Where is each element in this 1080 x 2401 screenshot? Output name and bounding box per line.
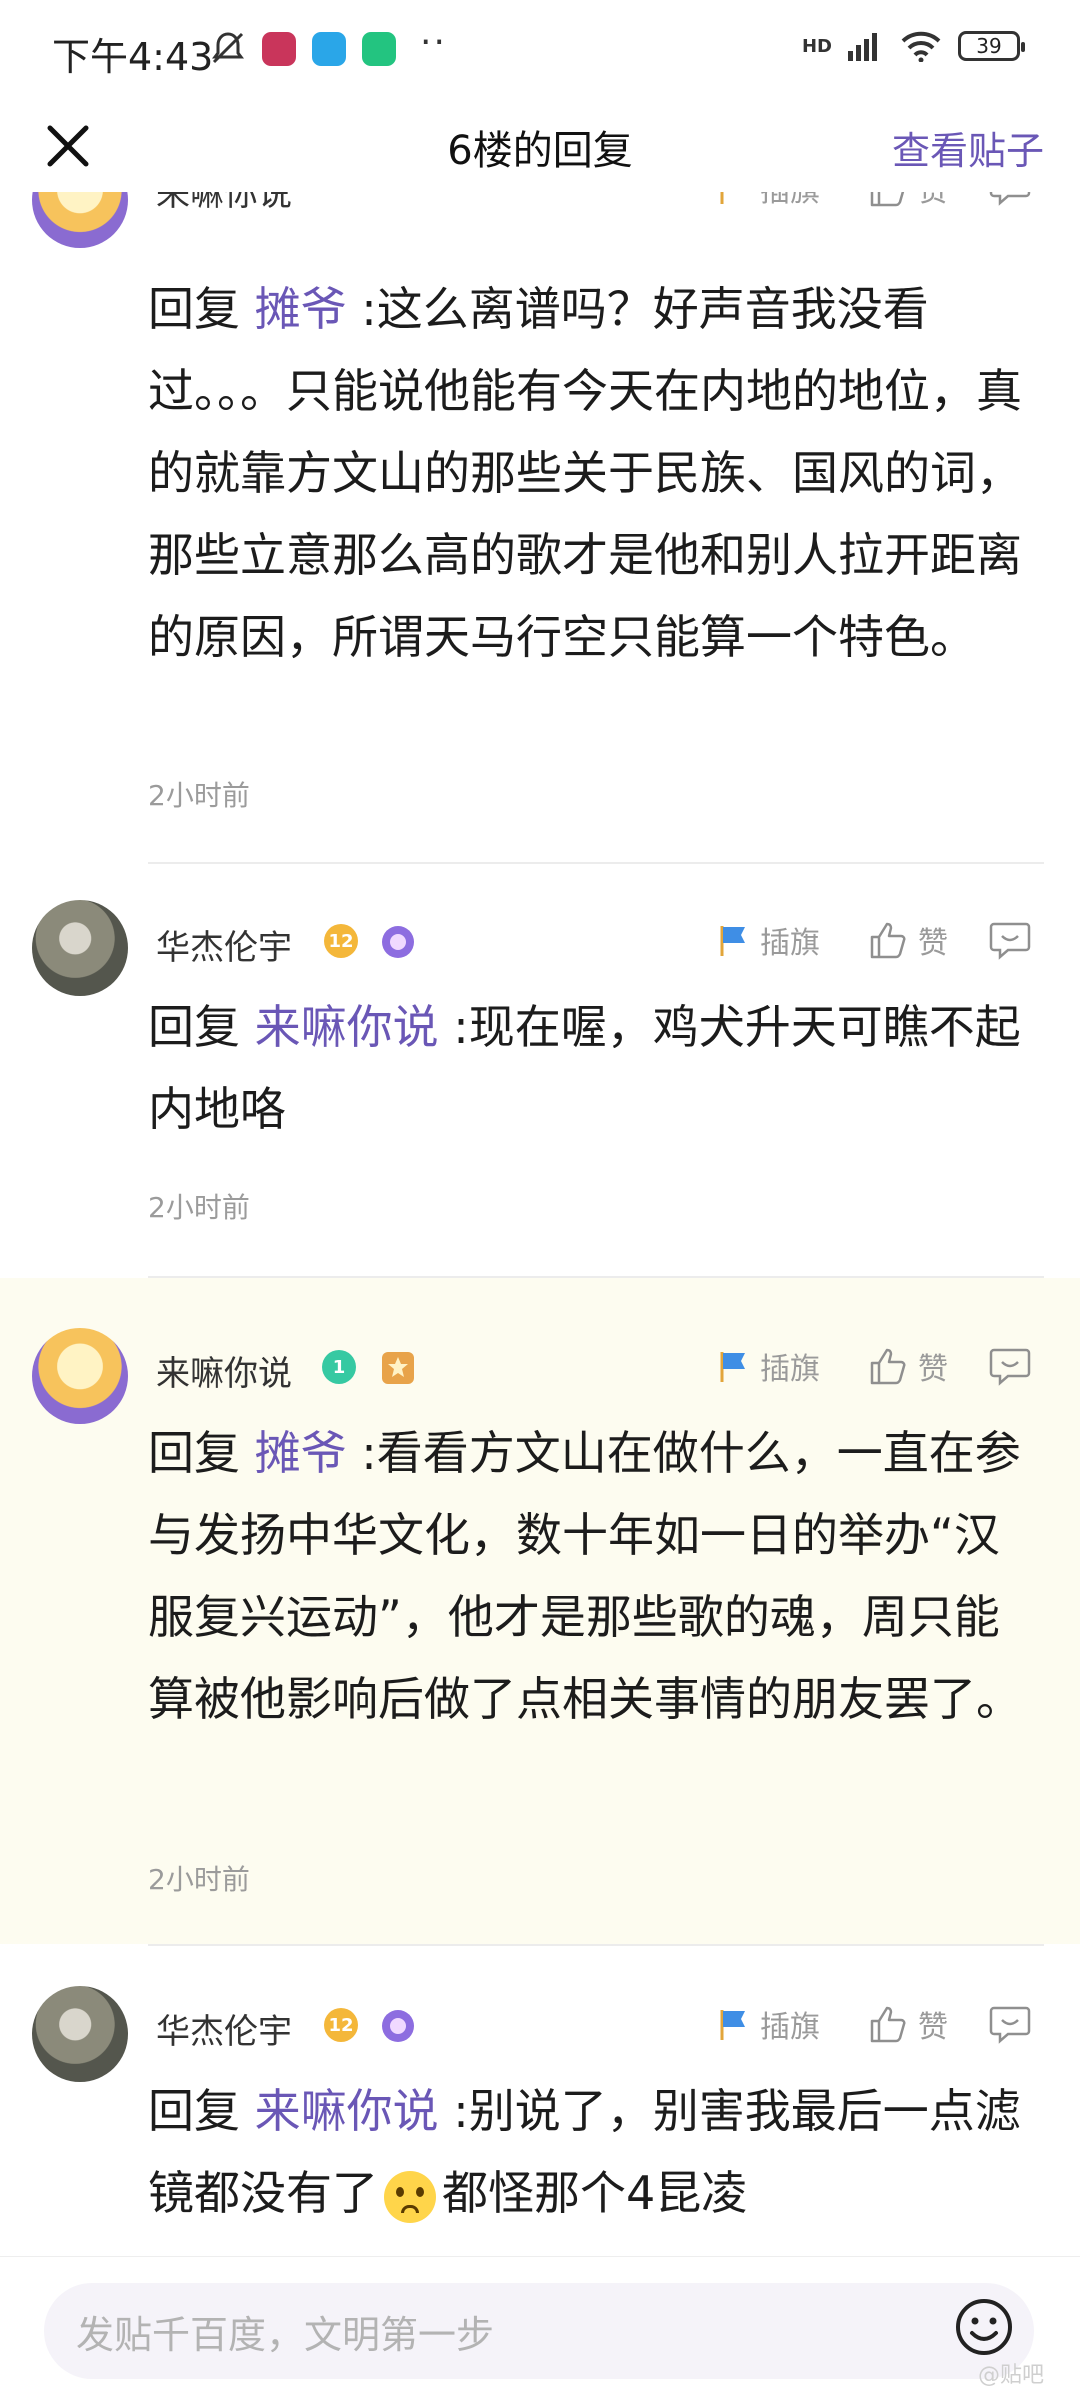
medal-icon [382,926,414,958]
medal-icon [382,1352,414,1384]
avatar[interactable] [32,192,128,248]
comment-icon[interactable] [988,2004,1032,2044]
username[interactable]: 华杰伦宇 [156,920,292,969]
comment-icon[interactable] [988,192,1032,206]
nav-bar: 6楼的回复 查看贴子 [0,100,1080,192]
view-post-button[interactable]: 查看贴子 [892,120,1044,175]
watermark: @贴吧 [977,2363,1044,2388]
reply-item: 来嘛你说 插旗 赞 回复 摊爷 :这么离谱吗？好声音我没看过。。。只能说他能有今… [0,192,1080,864]
flag-icon [720,1352,745,1382]
wifi-icon [901,31,941,62]
app-notification-icon [262,32,296,66]
reply-text: 回复 摊爷 :看看方文山在做什么，一直在参与发扬中华文化，数十年如一日的举办“汉… [148,1426,1022,1726]
post-input[interactable]: 发贴千百度，文明第一步 [44,2283,1034,2379]
level-badge: 12 [324,2008,358,2042]
status-more-icon: ·· [420,22,447,63]
avatar[interactable] [32,1328,128,1424]
mention-link[interactable]: 摊爷 [255,282,347,336]
hd-label: HD [801,35,832,57]
reply-item: 华杰伦宇 12 插旗 赞 回复 来嘛你说 :现在喔，鸡犬升天可瞧不起内地咯 2小… [0,864,1080,1278]
reply-item-highlighted: 来嘛你说 1 插旗 赞 回复 摊爷 :看看方文山在做什么，一直在参与发扬中华文化… [0,1278,1080,1944]
reply-time: 2小时前 [148,1191,250,1224]
like-button[interactable]: 赞 [868,918,948,962]
app-notification-icon [312,32,346,66]
username[interactable]: 来嘛你说 [156,1346,292,1395]
level-badge: 12 [324,924,358,958]
thumbs-up-icon [870,922,906,959]
thumbs-up-icon [870,1348,906,1385]
app-notification-icon [362,32,396,66]
like-button[interactable]: 赞 [868,192,948,210]
mention-link[interactable]: 摊爷 [255,1426,347,1480]
level-badge: 1 [322,1350,356,1384]
username[interactable]: 来嘛你说 [156,192,292,215]
avatar[interactable] [32,1986,128,2082]
reply-list[interactable]: 来嘛你说 插旗 赞 回复 摊爷 :这么离谱吗？好声音我没看过。。。只能说他能有今… [0,192,1080,2256]
flag-button[interactable]: 插旗 [716,2002,820,2046]
flag-button[interactable]: 插旗 [716,1344,820,1388]
thumbs-up-icon [870,2006,906,2043]
reply-item: 华杰伦宇 12 插旗 赞 回复 来嘛你说 :别说了，别害我最后一点滤镜都没有了都… [0,1952,1080,2256]
reply-text: 回复 来嘛你说 :别说了，别害我最后一点滤镜都没有了 都怪那个4昆凌 [148,2070,1028,2234]
comment-icon[interactable] [988,920,1032,960]
status-bar: 下午4:43 ·· HD 39 [0,0,1080,100]
battery-icon: 39 [958,31,1025,61]
bell-muted-icon [212,32,244,64]
medal-icon [382,2010,414,2042]
mention-link[interactable]: 来嘛你说 [255,2084,439,2138]
reply-text: 回复 来嘛你说 :现在喔，鸡犬升天可瞧不起内地咯 [148,1000,1021,1136]
like-button[interactable]: 赞 [868,2002,948,2046]
bottom-input-bar: 发贴千百度，文明第一步 @贴吧 [0,2256,1080,2401]
crying-emoji-icon [384,2170,436,2223]
reply-time: 2小时前 [148,779,250,812]
flag-icon [720,2010,745,2040]
status-time: 下午4:43 [52,35,214,79]
flag-button[interactable]: 插旗 [716,192,820,210]
flag-button[interactable]: 插旗 [716,918,820,962]
flag-icon [720,926,745,956]
mention-link[interactable]: 来嘛你说 [255,1000,439,1054]
reply-text: 回复 摊爷 :这么离谱吗？好声音我没看过。。。只能说他能有今天在内地的地位，真的… [148,282,1022,664]
flag-icon [720,192,724,204]
signal-icon [848,33,877,61]
like-button[interactable]: 赞 [868,1344,948,1388]
username[interactable]: 华杰伦宇 [156,2004,292,2053]
comment-icon[interactable] [988,1346,1032,1386]
reply-time: 2小时前 [148,1863,250,1896]
thumbs-up-icon [870,192,905,207]
input-placeholder: 发贴千百度，文明第一步 [76,2312,495,2357]
avatar[interactable] [32,900,128,996]
emoji-icon[interactable] [954,2297,1014,2357]
divider [148,1944,1044,1946]
